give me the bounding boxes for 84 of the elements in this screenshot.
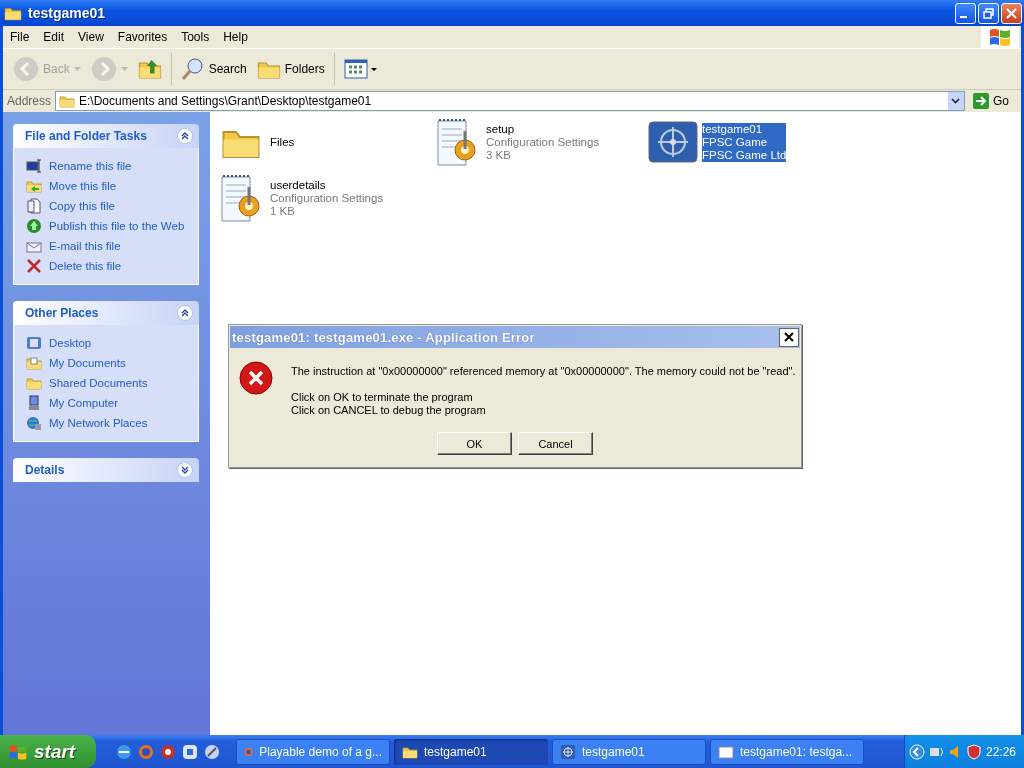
window-title: testgame01 <box>28 5 107 21</box>
taskbar-button[interactable]: Playable demo of a g... <box>236 738 390 765</box>
start-button[interactable]: start <box>0 735 96 768</box>
task-link[interactable]: E-mail this file <box>26 236 198 256</box>
task-link[interactable]: My Computer <box>26 393 198 413</box>
task-link[interactable]: Copy this file <box>26 196 198 216</box>
folder-up-icon <box>137 57 162 81</box>
folder-icon <box>59 93 76 109</box>
folder-arrow-icon <box>26 178 42 194</box>
crosshair-icon <box>560 743 576 760</box>
file-label[interactable]: testgame01 FPSC Game FPSC Game Ltd <box>702 122 787 162</box>
task-link[interactable]: Desktop <box>26 333 198 353</box>
rename-icon <box>26 158 42 174</box>
document-icon <box>26 198 42 214</box>
computer-icon <box>26 395 42 411</box>
settings-file-icon <box>219 173 263 223</box>
panel-header[interactable]: Other Places <box>13 301 199 325</box>
task-link[interactable]: My Documents <box>26 353 198 373</box>
documents-folder-icon <box>26 355 42 371</box>
settings-file-icon <box>435 117 479 167</box>
folders-button[interactable]: Folders <box>252 55 329 83</box>
menu-item[interactable]: Tools <box>174 30 217 44</box>
flag-logo-icon <box>8 742 28 761</box>
dialog-title-bar: testgame01: testgame01.exe - Application Error <box>230 326 800 348</box>
search-button[interactable]: Search <box>176 55 251 83</box>
restore-button[interactable] <box>978 2 999 24</box>
error-icon <box>239 361 273 395</box>
menu-item[interactable]: File <box>3 30 37 44</box>
ok-button[interactable]: OK <box>437 432 512 455</box>
media-icon[interactable] <box>160 743 176 760</box>
chevron-left-icon[interactable] <box>909 743 925 760</box>
error-message: The instruction at "0x00000000" referenced memory at "0x00000000". The memory could not be "read". <box>291 365 796 378</box>
app-icon[interactable] <box>204 743 220 760</box>
clock: 22:26 <box>985 744 1016 759</box>
app-icon[interactable] <box>182 743 198 760</box>
expand-chevron-icon[interactable] <box>177 462 193 478</box>
menu-item[interactable]: Favorites <box>110 30 175 44</box>
taskbar-button[interactable]: testgame01 <box>394 738 548 765</box>
menu-item[interactable]: Help <box>216 30 255 44</box>
task-link[interactable]: Publish this file to the Web <box>26 216 198 236</box>
cross-icon <box>26 258 42 274</box>
address-field[interactable]: E:\Documents and Settings\Grant\Desktop\testgame01 <box>55 91 965 111</box>
desktop-icon <box>26 335 42 351</box>
task-link[interactable]: Move this file <box>26 176 198 196</box>
file-label[interactable]: setup Configuration Settings 3 KB <box>486 122 600 162</box>
arrow-icon <box>973 93 989 109</box>
window-icon <box>718 743 734 760</box>
folder-icon <box>26 375 42 391</box>
shield-icon[interactable] <box>967 743 981 760</box>
panel-title: Other Places <box>25 306 99 320</box>
instruction-text: Click on OK to terminate the program <box>291 391 474 404</box>
close-button[interactable] <box>779 327 799 347</box>
panel-header[interactable]: File and Folder Tasks <box>13 124 199 148</box>
collapse-chevron-icon[interactable] <box>177 128 193 144</box>
flag-logo-icon <box>988 27 1012 47</box>
task-link[interactable]: Rename this file <box>26 156 198 176</box>
collapse-chevron-icon[interactable] <box>177 305 193 321</box>
dropdown-button[interactable] <box>948 92 964 110</box>
restore-icon <box>983 7 994 19</box>
cancel-button[interactable]: Cancel <box>518 432 593 455</box>
file-label[interactable]: userdetails Configuration Settings 1 KB <box>270 178 384 218</box>
task-link[interactable]: Shared Documents <box>26 373 198 393</box>
caret-icon <box>951 98 961 104</box>
menu-item[interactable]: View <box>71 30 111 44</box>
go-button[interactable]: Go <box>969 93 1017 109</box>
network-globe-icon <box>26 415 42 431</box>
crosshair-icon <box>648 121 698 163</box>
taskbar-button[interactable]: testgame01: testga... <box>710 738 864 765</box>
instruction-text: Click on CANCEL to debug the program <box>291 404 487 417</box>
close-icon <box>784 332 794 342</box>
minimize-button[interactable] <box>955 2 976 24</box>
menu-item[interactable]: Edit <box>36 30 72 44</box>
panel-title: File and Folder Tasks <box>25 129 147 143</box>
minimize-icon <box>960 16 967 18</box>
views-icon <box>343 58 378 80</box>
search-icon <box>180 57 205 81</box>
panel-header[interactable]: Details <box>13 458 199 482</box>
address-label: Address <box>7 94 52 108</box>
file-label[interactable]: Files <box>270 135 295 149</box>
panel-title: Details <box>25 463 65 477</box>
task-link[interactable]: Delete this file <box>26 256 198 276</box>
task-link[interactable]: My Network Places <box>26 413 198 433</box>
close-icon <box>1006 7 1017 19</box>
taskbar-button[interactable]: testgame01 <box>552 738 706 765</box>
